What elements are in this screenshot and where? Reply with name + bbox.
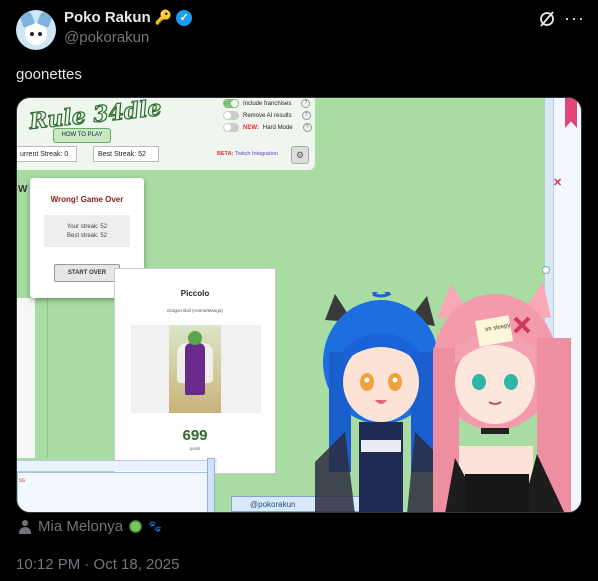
settings-gear-icon[interactable]: ⚙ xyxy=(291,146,309,164)
overlay-partial-text: ss xyxy=(19,478,25,484)
partial-heading: W xyxy=(18,184,28,195)
tweet-timestamp[interactable]: 10:12 PM · Oct 18, 2025 xyxy=(16,556,179,573)
close-x-icon: ✕ xyxy=(553,177,563,189)
toggle-switch[interactable] xyxy=(223,111,239,120)
avatar-eye xyxy=(38,32,42,36)
more-options-icon[interactable]: ··· xyxy=(564,8,585,29)
character-artwork xyxy=(169,325,221,413)
your-streak-text: Your streak: 52 xyxy=(66,224,108,230)
author-display-name[interactable]: Poko Rakun xyxy=(64,9,151,26)
new-badge: NEW: xyxy=(243,124,259,131)
current-streak-box: urrent Streak: 0 xyxy=(17,146,77,162)
character-card[interactable]: Piccolo Dragon Ball (Anime/Manga) 699 po… xyxy=(114,268,276,474)
post-count-label: posts xyxy=(189,446,201,451)
frame-dot xyxy=(542,266,550,274)
toggle-switch[interactable] xyxy=(223,99,239,108)
twitch-integration-link[interactable]: BETA: Twitch Integration xyxy=(217,151,278,157)
overlay-bottom-bar xyxy=(17,460,217,471)
overlay-vertical-frame xyxy=(207,458,215,512)
art-head xyxy=(188,331,202,345)
author-name-row[interactable]: Poko Rakun 🔑 ✓ xyxy=(64,9,193,26)
toggle-label: Hard Mode xyxy=(262,124,293,131)
pink-character-drawing xyxy=(433,282,571,512)
toggle-label: Remove AI results xyxy=(243,112,292,119)
post-count: 699 xyxy=(182,427,208,444)
card-title: Piccolo xyxy=(180,289,210,298)
verified-badge-icon: ✓ xyxy=(176,9,193,26)
tagged-user-name[interactable]: Mia Melonya xyxy=(38,518,123,535)
tweet-text: goonettes xyxy=(16,66,82,83)
toggle-include-franchises[interactable]: Include franchises ? xyxy=(223,99,311,108)
author-handle[interactable]: @pokorakun xyxy=(64,29,149,46)
toggle-switch[interactable] xyxy=(223,123,239,132)
art-body xyxy=(185,343,205,395)
person-icon xyxy=(18,519,32,534)
best-streak-text: Best streak: 52 xyxy=(66,233,108,239)
key-icon: 🔑 xyxy=(154,9,173,25)
modal-title: Wrong! Game Over xyxy=(50,195,124,204)
best-streak-box: Best Streak: 52 xyxy=(93,146,159,162)
help-icon[interactable]: ? xyxy=(301,111,311,120)
start-over-button[interactable]: START OVER xyxy=(54,264,120,282)
how-to-play-button[interactable]: HOW TO PLAY xyxy=(53,128,111,143)
card-series: Dragon Ball (Anime/Manga) xyxy=(167,308,223,313)
card-gap xyxy=(47,298,114,458)
help-icon[interactable]: ? xyxy=(301,99,311,108)
toggle-remove-ai[interactable]: Remove AI results ? xyxy=(223,111,311,120)
grok-icon[interactable] xyxy=(538,10,556,28)
toggle-hard-mode[interactable]: NEW: Hard Mode ? xyxy=(223,123,312,132)
avatar-ear xyxy=(18,10,36,28)
modal-streak-summary: Your streak: 52 Best streak: 52 xyxy=(44,215,130,247)
avatar-eye xyxy=(30,32,34,36)
tweet-media-image[interactable]: Rule 34dle HOW TO PLAY urrent Streak: 0 … xyxy=(16,97,582,513)
melon-emoji-icon xyxy=(129,520,143,533)
beta-label: BETA: xyxy=(217,151,234,157)
help-icon[interactable]: ? xyxy=(302,123,312,132)
pink-haired-character: im sleepy xyxy=(425,278,575,512)
tagged-user-row[interactable]: Mia Melonya 🐾 xyxy=(18,518,162,535)
twitch-label: Twitch Integration xyxy=(234,151,278,157)
left-card-edge xyxy=(17,298,35,458)
paw-prints-emoji-icon: 🐾 xyxy=(148,521,162,533)
toggle-label: Include franchises xyxy=(243,100,292,107)
overlay-bottom-window xyxy=(17,472,211,512)
avatar-ear xyxy=(36,10,54,28)
author-avatar[interactable] xyxy=(16,10,56,50)
game-header-panel: Rule 34dle HOW TO PLAY urrent Streak: 0 … xyxy=(17,98,315,170)
avatar-face xyxy=(25,26,47,44)
